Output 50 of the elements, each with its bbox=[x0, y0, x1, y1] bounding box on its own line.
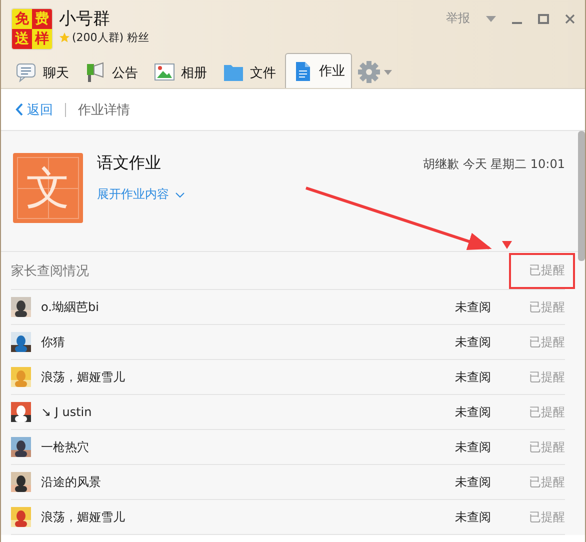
subject-icon: 文 bbox=[13, 153, 83, 223]
chevron-icon bbox=[175, 192, 185, 198]
group-info: (200人群) 粉丝 bbox=[72, 30, 150, 45]
reminded-status: 已提醒 bbox=[529, 438, 565, 456]
reminded-status: 已提醒 bbox=[529, 508, 565, 526]
parent-name: 一枪热穴 bbox=[41, 438, 89, 456]
read-status: 未查阅 bbox=[455, 508, 492, 526]
highlight-box bbox=[509, 253, 575, 289]
marker-icon bbox=[502, 241, 512, 249]
read-status: 未查阅 bbox=[455, 334, 492, 350]
read-status: 未查阅 bbox=[455, 298, 492, 316]
tab[interactable]: 文件 bbox=[216, 56, 283, 88]
chat-icon bbox=[16, 62, 37, 83]
parent-name: 你猜 bbox=[41, 334, 65, 350]
settings-icon[interactable] bbox=[358, 61, 380, 83]
tab[interactable]: 聊天 bbox=[9, 56, 76, 88]
page-title: 作业详情 bbox=[78, 102, 130, 118]
assignment-title: 语文作业 bbox=[97, 153, 162, 174]
back-icon bbox=[15, 103, 23, 116]
dropdown-icon[interactable] bbox=[384, 70, 392, 74]
maximize-icon[interactable] bbox=[538, 14, 549, 24]
tab[interactable]: 公告 bbox=[78, 56, 145, 88]
read-status: 未查阅 bbox=[455, 438, 492, 456]
tab[interactable]: 作业 bbox=[285, 53, 352, 88]
album-icon bbox=[154, 62, 175, 83]
reminded-status: 已提醒 bbox=[529, 334, 565, 350]
back-link[interactable]: 返回 bbox=[15, 100, 53, 118]
reminded-status: 已提醒 bbox=[529, 474, 565, 490]
parent-name: 浪荡，媚娅雪儿 bbox=[41, 368, 125, 386]
section-title: 家长查阅情况 bbox=[11, 262, 89, 280]
reminded-status: 已提醒 bbox=[529, 404, 565, 420]
file-icon bbox=[223, 62, 244, 83]
reminded-status: 已提醒 bbox=[529, 298, 565, 316]
parent-name: 沿途的风景 bbox=[41, 474, 101, 490]
group-logo: 免 费 送 样 bbox=[11, 8, 53, 50]
tab[interactable]: 相册 bbox=[147, 56, 214, 88]
dropdown-icon[interactable] bbox=[486, 16, 496, 22]
close-icon[interactable] bbox=[565, 14, 575, 24]
scrollbar[interactable] bbox=[578, 131, 585, 261]
read-status: 未查阅 bbox=[455, 404, 492, 420]
notice-icon bbox=[85, 62, 106, 83]
parent-name: o.坳絪芭bi bbox=[41, 298, 99, 316]
assignment-meta: 胡继歉 今天 星期二 10:01 bbox=[422, 156, 565, 173]
read-status: 未查阅 bbox=[455, 368, 492, 386]
reminded-status: 已提醒 bbox=[529, 262, 565, 279]
parent-name: 浪荡，媚娅雪儿 bbox=[41, 508, 125, 526]
parent-name: ↘ J ustin bbox=[41, 405, 92, 419]
read-status: 未查阅 bbox=[455, 474, 492, 490]
reminded-status: 已提醒 bbox=[529, 368, 565, 386]
group-name: 小号群 bbox=[59, 8, 111, 30]
